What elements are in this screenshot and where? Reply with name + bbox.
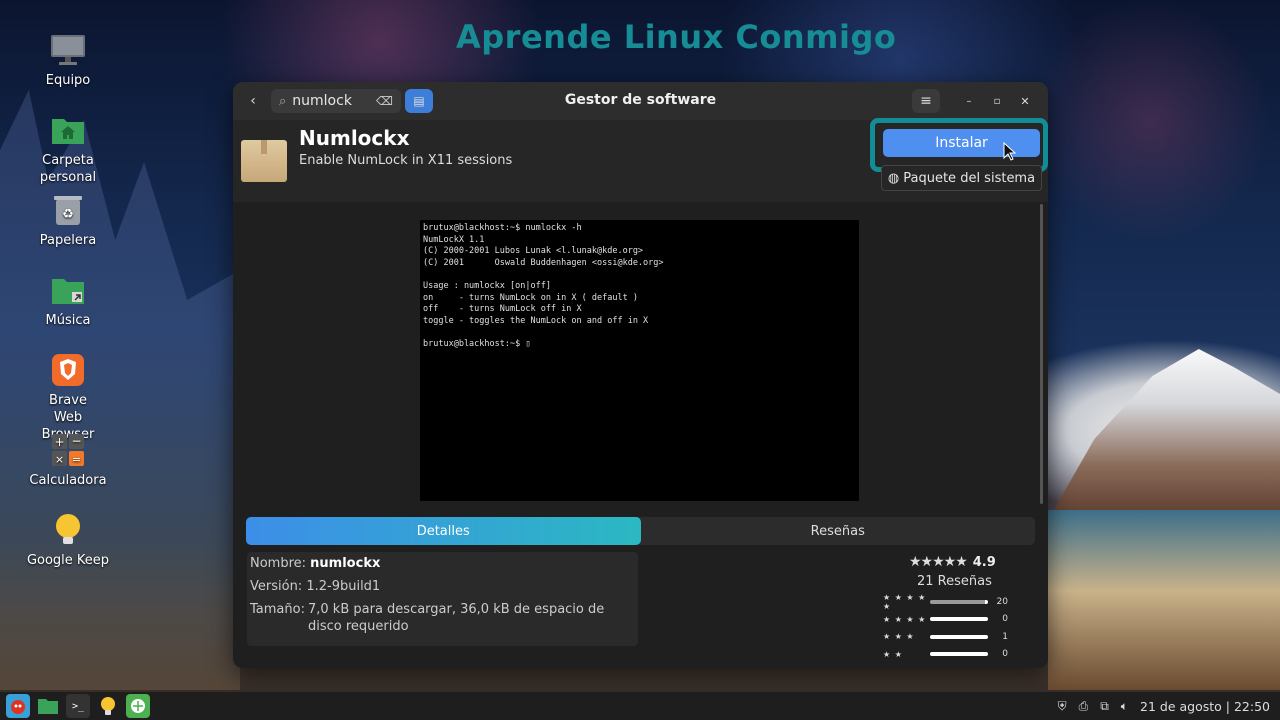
rating-breakdown: ★ ★ ★ ★ ★ 20 ★ ★ ★ ★ 0 ★ ★ ★ 1 ★ ★ 0: [883, 593, 1033, 663]
tab-detalles[interactable]: Detalles: [246, 517, 641, 545]
name-key: Nombre:: [250, 556, 307, 571]
desktop-icon-papelera[interactable]: ♻ Papelera: [20, 192, 116, 249]
trash-icon: ♻: [50, 192, 86, 228]
keep-taskbar-icon[interactable]: [96, 694, 120, 718]
system-package-label: Paquete del sistema: [903, 170, 1036, 186]
desktop-icon-calculadora[interactable]: + − × = Calculadora: [20, 432, 116, 489]
taskbar: >_ ⛨ ⎙ ⧉ 🔈︎ 21 de agosto | 22:50: [0, 692, 1280, 720]
close-icon: ✕: [1020, 94, 1030, 108]
rating-summary: ★★★★★ 4.9 21 Reseñas ★ ★ ★ ★ ★ 20 ★ ★ ★ ★…: [883, 554, 1033, 663]
rating-row: ★ ★ ★ ★ 0: [883, 614, 1008, 625]
software-manager-window: ‹ ⌕ numlock ⌫ ▤ Gestor de software ≡ – ▫…: [233, 82, 1048, 668]
maximize-icon: ▫: [993, 95, 1001, 107]
system-package-badge[interactable]: ◍ Paquete del sistema: [881, 165, 1042, 191]
keep-icon: [50, 512, 86, 548]
rating-row: ★ ★ ★ ★ ★ 20: [883, 592, 1008, 611]
rating-stars: ★★★★★: [909, 554, 968, 570]
network-icon[interactable]: ⧉: [1100, 699, 1109, 714]
rating-bar: [930, 634, 988, 639]
clock-separator: |: [1225, 698, 1230, 714]
minimize-icon: –: [966, 95, 972, 107]
svg-text:=: =: [72, 453, 81, 466]
app-name: Numlockx: [299, 126, 410, 150]
package-info: Nombre: numlockx Versión: 1.2-9build1 Ta…: [247, 552, 638, 646]
reviews-count: 21 Reseñas: [917, 574, 992, 589]
desktop-icon-musica[interactable]: Música: [20, 272, 116, 329]
date-text: 21 de agosto: [1140, 698, 1222, 714]
volume-icon[interactable]: 🔈︎: [1121, 699, 1128, 714]
version-value: 1.2-9build1: [306, 579, 381, 594]
desktop-icon-label: Música: [45, 313, 91, 328]
rating-row: ★ ★ 0: [883, 649, 1008, 660]
watermark: Aprende Linux Conmigo: [456, 18, 897, 56]
system-tray: ⛨ ⎙ ⧉ 🔈︎ 21 de agosto | 22:50: [1058, 692, 1270, 720]
hamburger-icon: ≡: [920, 93, 932, 109]
home-folder-icon: [50, 112, 86, 148]
menu-launcher-icon[interactable]: [6, 694, 30, 718]
app-screenshot: brutux@blackhost:~$ numlockx -h NumLockX…: [420, 220, 859, 501]
calculator-icon: + − × =: [50, 432, 86, 468]
details-tabs: Detalles Reseñas: [246, 517, 1035, 545]
shield-icon[interactable]: ⛨: [1058, 699, 1067, 714]
rating-bar: [930, 617, 988, 622]
desktop-icon-label: Equipo: [45, 73, 91, 88]
rating-score: 4.9: [972, 554, 996, 570]
desktop-icon-label: Papelera: [39, 233, 97, 248]
header-bar: ‹ ⌕ numlock ⌫ ▤ Gestor de software ≡ – ▫…: [233, 82, 1048, 120]
svg-text:♻: ♻: [62, 207, 74, 222]
desktop-icon-google-keep[interactable]: Google Keep: [20, 512, 116, 569]
tab-resenas[interactable]: Reseñas: [641, 517, 1036, 545]
svg-text:+: +: [54, 435, 64, 449]
brave-icon: [50, 352, 86, 388]
desktop-icon-equipo[interactable]: Equipo: [20, 32, 116, 89]
wallpaper-ground: [1048, 510, 1280, 690]
time-text: 22:50: [1233, 698, 1270, 714]
package-source-icon: ◍: [887, 170, 900, 186]
desktop-icon-label: Google Keep: [26, 553, 110, 568]
size-key: Tamaño:: [250, 602, 305, 617]
details-content[interactable]: brutux@blackhost:~$ numlockx -h NumLockX…: [233, 202, 1048, 668]
size-value: 7,0 kB para descargar, 36,0 kB de espaci…: [308, 602, 605, 634]
mouse-cursor-icon: [1003, 142, 1017, 161]
menu-button[interactable]: ≡: [912, 89, 940, 113]
maximize-button[interactable]: ▫: [985, 89, 1009, 113]
desktop-icon-label: Calculadora: [29, 473, 107, 488]
desktop-icon-carpeta-personal[interactable]: Carpeta personal: [20, 112, 116, 186]
computer-icon: [50, 32, 86, 68]
version-key: Versión:: [250, 579, 303, 594]
rating-bar: [930, 652, 988, 657]
terminal-icon[interactable]: >_: [66, 694, 90, 718]
rating-bar: [930, 599, 988, 604]
svg-text:×: ×: [55, 453, 64, 466]
close-button[interactable]: ✕: [1013, 89, 1037, 113]
rating-row: ★ ★ ★ 1: [883, 631, 1008, 642]
desktop-icon-brave[interactable]: Brave Web Browser: [20, 352, 116, 443]
scrollbar[interactable]: [1040, 204, 1043, 504]
minimize-button[interactable]: –: [957, 89, 981, 113]
package-icon: [241, 140, 287, 182]
files-icon[interactable]: [36, 694, 60, 718]
app-summary: Enable NumLock in X11 sessions: [299, 153, 513, 168]
music-folder-icon: [50, 272, 86, 308]
name-value: numlockx: [310, 556, 381, 571]
printer-icon[interactable]: ⎙: [1079, 699, 1089, 714]
desktop-icon-label: Carpeta personal: [39, 153, 97, 185]
svg-text:−: −: [71, 434, 81, 448]
clock[interactable]: 21 de agosto | 22:50: [1140, 699, 1270, 714]
software-manager-taskbar-icon[interactable]: [126, 694, 150, 718]
